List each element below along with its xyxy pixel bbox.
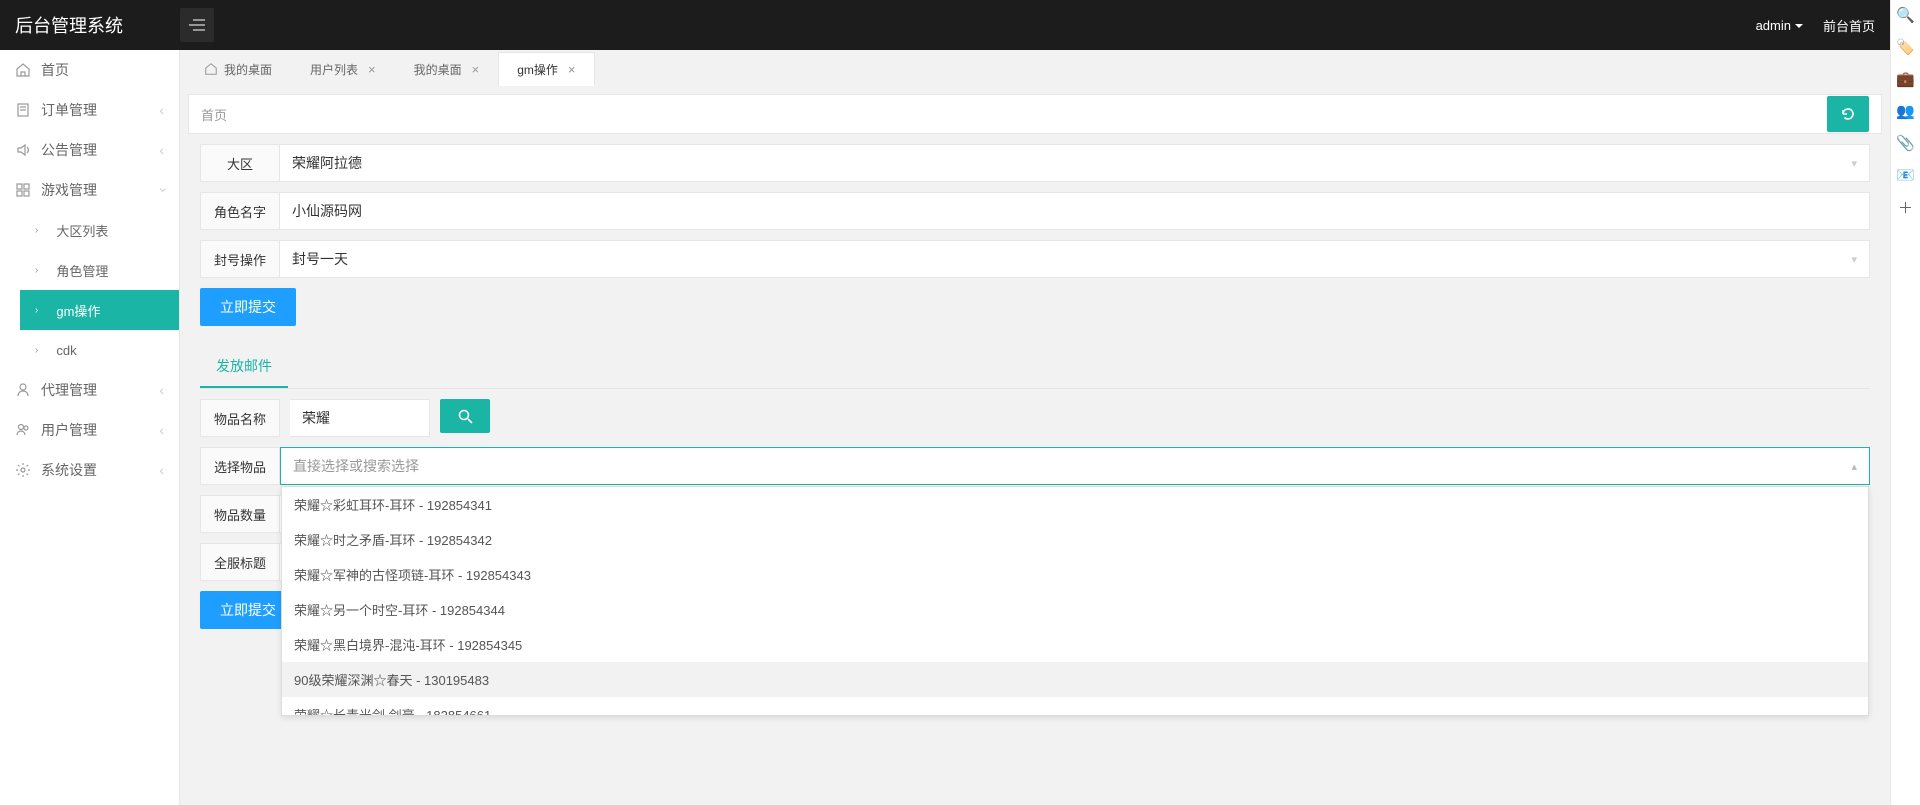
caret-down-icon: ▾ xyxy=(1851,253,1857,266)
char-input[interactable] xyxy=(292,203,1857,219)
breadcrumb: 首页 xyxy=(201,105,227,124)
mail-section-tabs: 发放邮件 xyxy=(200,346,1870,389)
chevron-left-icon: ‹ xyxy=(159,382,164,398)
tab-home[interactable]: 我的桌面 xyxy=(185,52,291,86)
dropdown-option[interactable]: 荣耀☆军神的古怪项链-耳环 - 192854343 xyxy=(282,557,1868,592)
sidebar-item-role-manage[interactable]: ›角色管理 xyxy=(20,250,179,290)
close-icon[interactable]: × xyxy=(368,62,376,77)
chevron-right-icon: › xyxy=(35,265,38,276)
chevron-right-icon: › xyxy=(35,305,38,316)
speaker-icon xyxy=(15,142,31,158)
select-item-dropdown[interactable]: 直接选择或搜索选择 ▴ 荣耀☆彩虹耳环-耳环 - 192854341 荣耀☆时之… xyxy=(280,447,1870,485)
users-icon xyxy=(15,422,31,438)
chevron-right-icon: › xyxy=(35,225,38,236)
dropdown-option[interactable]: 荣耀☆另一个时空-耳环 - 192854344 xyxy=(282,592,1868,627)
outlook-icon[interactable]: 📧 xyxy=(1897,166,1915,184)
item-name-input[interactable] xyxy=(302,410,417,426)
tag-icon[interactable]: 🏷️ xyxy=(1897,38,1915,56)
char-label: 角色名字 xyxy=(200,192,280,230)
dropdown-option[interactable]: 90级荣耀深渊☆春天 - 130195483 xyxy=(282,662,1868,697)
gear-icon xyxy=(15,462,31,478)
dropdown-option[interactable]: 荣耀☆黑白境界-混沌-耳环 - 192854345 xyxy=(282,627,1868,662)
chevron-left-icon: ‹ xyxy=(159,142,164,158)
close-icon[interactable]: × xyxy=(568,62,576,77)
chevron-left-icon: ‹ xyxy=(159,462,164,478)
select-item-label: 选择物品 xyxy=(200,447,280,485)
sidebar: 首页 订单管理 ‹ 公告管理 ‹ 游戏管理 ‹ ›大区列表 ›角色管理 ›gm操… xyxy=(0,50,180,805)
item-name-label: 物品名称 xyxy=(200,399,280,437)
sidebar-item-gm-op[interactable]: ›gm操作 xyxy=(20,290,179,330)
people-icon[interactable]: 👥 xyxy=(1897,102,1915,120)
submit-ban-button[interactable]: 立即提交 xyxy=(200,288,296,326)
caret-up-icon: ▴ xyxy=(1851,460,1857,473)
dropdown-option[interactable]: 荣耀☆彩虹耳环-耳环 - 192854341 xyxy=(282,487,1868,522)
tab-my-desktop-2[interactable]: 我的桌面 × xyxy=(395,52,499,86)
document-icon xyxy=(15,102,31,118)
zone-label: 大区 xyxy=(200,144,280,182)
refresh-button[interactable] xyxy=(1827,96,1869,132)
dropdown-option[interactable]: 荣耀☆长青光剑 剑豪 - 182854661 xyxy=(282,697,1868,716)
tab-gm-op[interactable]: gm操作 × xyxy=(498,52,594,86)
home-icon xyxy=(15,62,31,78)
sidebar-item-zone-list[interactable]: ›大区列表 xyxy=(20,210,179,250)
user-icon xyxy=(15,382,31,398)
mail-tab[interactable]: 发放邮件 xyxy=(200,346,288,388)
briefcase-icon[interactable]: 💼 xyxy=(1897,70,1915,88)
search-icon[interactable]: 🔍 xyxy=(1897,6,1915,24)
chevron-down-icon: ‹ xyxy=(154,188,170,193)
grid-icon xyxy=(15,182,31,198)
search-icon xyxy=(457,408,473,424)
char-input-wrap xyxy=(280,192,1870,230)
right-rail: 🔍 🏷️ 💼 👥 📎 📧 ＋ xyxy=(1890,0,1920,805)
chevron-left-icon: ‹ xyxy=(159,422,164,438)
sidebar-item-agent[interactable]: 代理管理 ‹ xyxy=(0,370,179,410)
front-home-link[interactable]: 前台首页 xyxy=(1823,16,1875,35)
menu-icon xyxy=(189,18,205,32)
topbar: 后台管理系统 admin 前台首页 xyxy=(0,0,1890,50)
sidebar-item-users[interactable]: 用户管理 ‹ xyxy=(0,410,179,450)
office-icon[interactable]: 📎 xyxy=(1897,134,1915,152)
plus-icon[interactable]: ＋ xyxy=(1897,198,1915,216)
refresh-icon xyxy=(1840,106,1856,122)
sidebar-item-notice[interactable]: 公告管理 ‹ xyxy=(0,130,179,170)
app-title: 后台管理系统 xyxy=(15,12,180,38)
sidebar-item-orders[interactable]: 订单管理 ‹ xyxy=(0,90,179,130)
caret-down-icon xyxy=(1795,24,1803,32)
sidebar-toggle-button[interactable] xyxy=(180,8,214,42)
ban-label: 封号操作 xyxy=(200,240,280,278)
item-name-input-wrap xyxy=(290,399,430,437)
broadcast-title-label: 全服标题 xyxy=(200,543,280,581)
dropdown-option[interactable]: 荣耀☆时之矛盾-耳环 - 192854342 xyxy=(282,522,1868,557)
home-icon xyxy=(204,62,218,76)
chevron-right-icon: › xyxy=(35,345,38,356)
chevron-left-icon: ‹ xyxy=(159,102,164,118)
close-icon[interactable]: × xyxy=(472,62,480,77)
ban-select[interactable]: 封号一天 ▾ xyxy=(280,240,1870,278)
user-menu[interactable]: admin xyxy=(1756,18,1803,33)
sidebar-item-game[interactable]: 游戏管理 ‹ xyxy=(0,170,179,210)
sidebar-item-cdk[interactable]: ›cdk xyxy=(20,330,179,370)
search-item-button[interactable] xyxy=(440,399,490,433)
zone-select[interactable]: 荣耀阿拉德 ▾ xyxy=(280,144,1870,182)
sidebar-item-settings[interactable]: 系统设置 ‹ xyxy=(0,450,179,490)
breadcrumb-bar: 首页 xyxy=(188,94,1882,134)
tab-user-list[interactable]: 用户列表 × xyxy=(291,52,395,86)
item-qty-label: 物品数量 xyxy=(200,495,280,533)
caret-down-icon: ▾ xyxy=(1851,157,1857,170)
main-content: 首页 大区 荣耀阿拉德 ▾ 角色名字 封号操作 封号一天 ▾ xyxy=(180,86,1890,805)
tab-bar: 我的桌面 用户列表 × 我的桌面 × gm操作 × xyxy=(180,50,1890,86)
sidebar-item-home[interactable]: 首页 xyxy=(0,50,179,90)
item-dropdown-panel: 荣耀☆彩虹耳环-耳环 - 192854341 荣耀☆时之矛盾-耳环 - 1928… xyxy=(281,486,1869,716)
